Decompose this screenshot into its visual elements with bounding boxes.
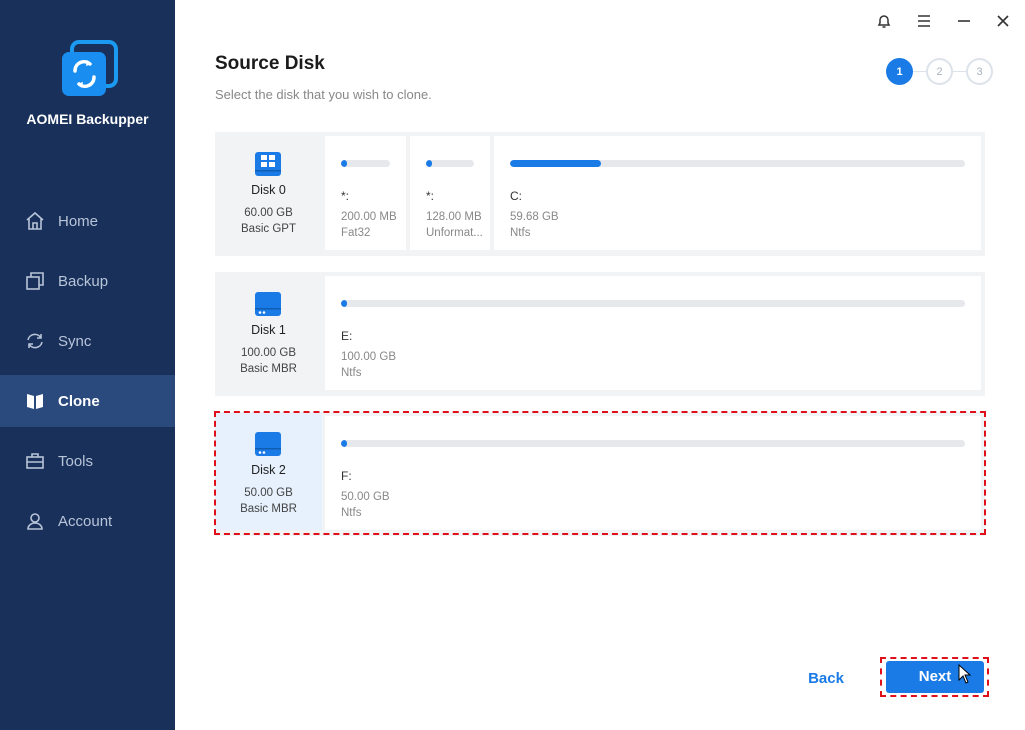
tools-icon bbox=[24, 450, 46, 472]
partition-size: 200.00 MB bbox=[341, 211, 397, 223]
partition-size: 50.00 GB bbox=[341, 491, 390, 503]
bell-icon[interactable] bbox=[874, 11, 894, 31]
partition-block[interactable]: C: 59.68 GB Ntfs bbox=[494, 136, 981, 250]
sidebar-item-home[interactable]: Home bbox=[0, 195, 175, 247]
sidebar-item-label: Tools bbox=[58, 452, 94, 470]
step-1-indicator: 1 bbox=[886, 58, 913, 85]
disk-icon bbox=[255, 432, 281, 456]
partition-usage-bar bbox=[341, 160, 390, 167]
back-button[interactable]: Back bbox=[800, 667, 852, 691]
page-title: Source Disk bbox=[215, 53, 325, 74]
sidebar-item-backup[interactable]: Backup bbox=[0, 255, 175, 307]
sidebar-item-label: Account bbox=[58, 512, 113, 530]
usage-fill bbox=[341, 160, 347, 167]
clone-icon bbox=[24, 390, 46, 412]
partition-filesystem: Ntfs bbox=[341, 507, 362, 519]
partition-filesystem: Fat32 bbox=[341, 227, 371, 239]
partition-letter: *: bbox=[426, 189, 435, 203]
disk-icon bbox=[255, 292, 281, 316]
disk-info: Disk 2 50.00 GB Basic MBR bbox=[215, 412, 322, 530]
mouse-cursor-icon bbox=[958, 664, 972, 684]
step-3-indicator: 3 bbox=[966, 58, 993, 85]
partition-usage-bar bbox=[341, 300, 965, 307]
disk-type: Basic MBR bbox=[240, 503, 297, 515]
sidebar-item-label: Sync bbox=[58, 332, 92, 350]
disk-name: Disk 1 bbox=[251, 323, 286, 337]
sidebar-item-account[interactable]: Account bbox=[0, 495, 175, 547]
disk-name: Disk 0 bbox=[251, 183, 286, 197]
partition-block[interactable]: *: 128.00 MB Unformat... bbox=[410, 136, 490, 250]
partition-usage-bar bbox=[426, 160, 474, 167]
sidebar-item-label: Clone bbox=[58, 392, 100, 410]
account-icon bbox=[24, 510, 46, 532]
menu-icon[interactable] bbox=[914, 11, 934, 31]
windows-disk-icon bbox=[255, 152, 281, 176]
partition-letter: *: bbox=[341, 189, 350, 203]
partition-filesystem: Ntfs bbox=[510, 227, 531, 239]
page-subtitle: Select the disk that you wish to clone. bbox=[215, 87, 432, 102]
disk-size: 50.00 GB bbox=[244, 487, 293, 499]
disk-row-disk-2[interactable]: Disk 2 50.00 GB Basic MBR F: 50.00 GB Nt… bbox=[215, 412, 985, 536]
disk-row-disk-1[interactable]: Disk 1 100.00 GB Basic MBR E: 100.00 GB … bbox=[215, 272, 985, 396]
app-logo-icon bbox=[62, 40, 118, 96]
disk-size: 100.00 GB bbox=[241, 347, 296, 359]
partition-letter: C: bbox=[510, 189, 522, 203]
usage-fill bbox=[341, 300, 347, 307]
sync-icon bbox=[24, 330, 46, 352]
disk-info: Disk 1 100.00 GB Basic MBR bbox=[215, 272, 322, 390]
sidebar-item-label: Backup bbox=[58, 272, 109, 290]
usage-fill bbox=[426, 160, 432, 167]
sidebar: AOMEI Backupper Home Backup Sync Clone T… bbox=[0, 0, 175, 730]
partition-block[interactable]: *: 200.00 MB Fat32 bbox=[325, 136, 406, 250]
sidebar-item-sync[interactable]: Sync bbox=[0, 315, 175, 367]
disk-type: Basic MBR bbox=[240, 363, 297, 375]
usage-fill bbox=[341, 440, 347, 447]
disk-row-disk-0[interactable]: Disk 0 60.00 GB Basic GPT *: 200.00 MB F… bbox=[215, 132, 985, 256]
sidebar-item-label: Home bbox=[58, 212, 99, 230]
disk-info: Disk 0 60.00 GB Basic GPT bbox=[215, 132, 322, 250]
partition-usage-bar bbox=[510, 160, 965, 167]
partition-usage-bar bbox=[341, 440, 965, 447]
partition-block[interactable]: E: 100.00 GB Ntfs bbox=[325, 276, 981, 390]
partition-size: 128.00 MB bbox=[426, 211, 482, 223]
partition-letter: F: bbox=[341, 469, 352, 483]
sidebar-item-clone[interactable]: Clone bbox=[0, 375, 175, 427]
partition-size: 59.68 GB bbox=[510, 211, 559, 223]
backup-icon bbox=[24, 270, 46, 292]
partition-letter: E: bbox=[341, 329, 353, 343]
app-name: AOMEI Backupper bbox=[26, 111, 149, 127]
partition-size: 100.00 GB bbox=[341, 351, 396, 363]
home-icon bbox=[24, 210, 46, 232]
minimize-icon[interactable] bbox=[954, 11, 974, 31]
disk-name: Disk 2 bbox=[251, 463, 286, 477]
partition-block[interactable]: F: 50.00 GB Ntfs bbox=[325, 416, 981, 530]
step-2-indicator: 2 bbox=[926, 58, 953, 85]
usage-fill bbox=[510, 160, 601, 167]
disk-size: 60.00 GB bbox=[244, 207, 293, 219]
partition-filesystem: Ntfs bbox=[341, 367, 362, 379]
sidebar-item-tools[interactable]: Tools bbox=[0, 435, 175, 487]
disk-type: Basic GPT bbox=[241, 223, 296, 235]
close-icon[interactable] bbox=[993, 11, 1013, 31]
partition-filesystem: Unformat... bbox=[426, 227, 483, 239]
